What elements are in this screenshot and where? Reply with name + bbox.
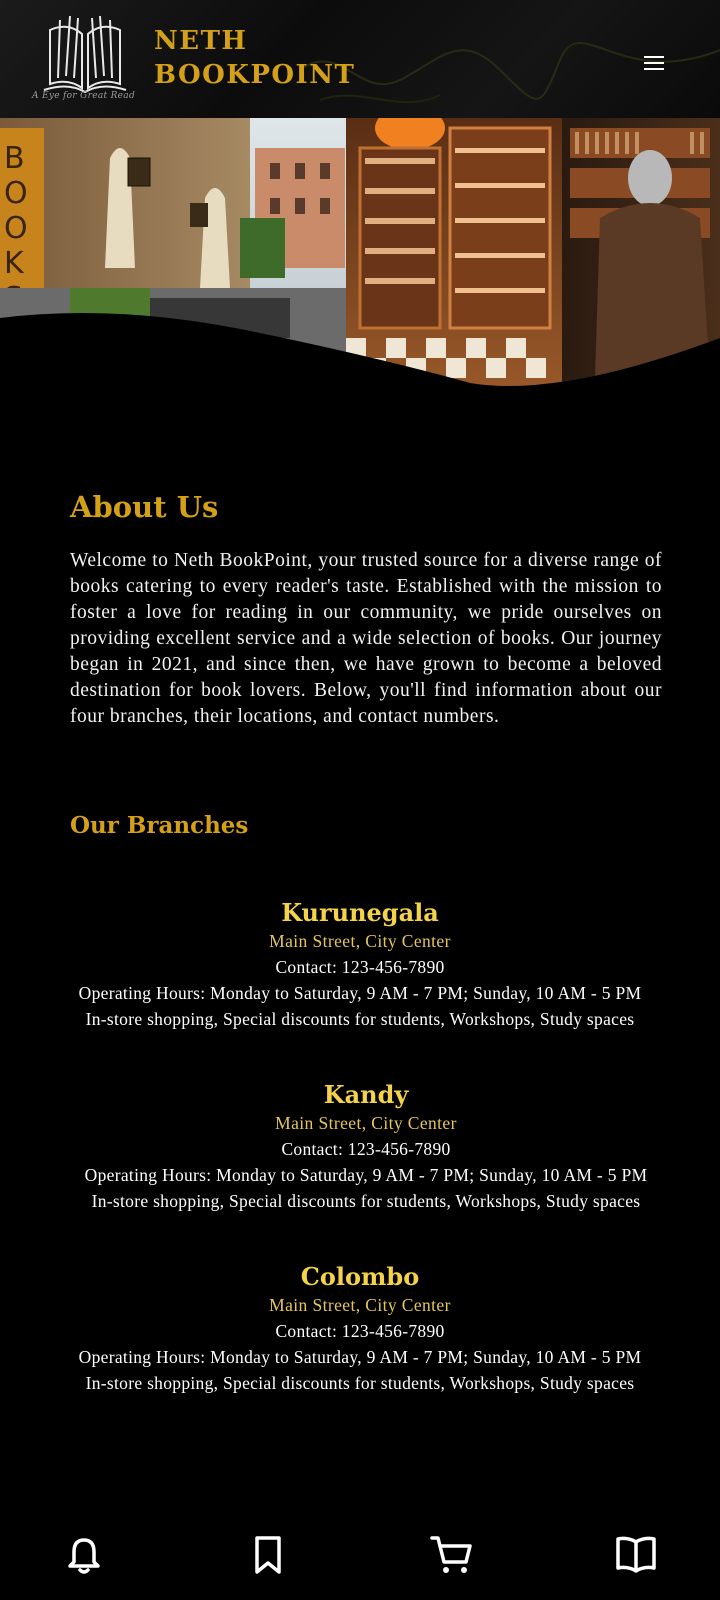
branch-hours: Operating Hours: Monday to Saturday, 9 A… <box>78 1347 642 1367</box>
branch-services: In-store shopping, Special discounts for… <box>85 1373 635 1393</box>
hero-image-collage: B O O K S <box>0 118 720 398</box>
cart-icon[interactable] <box>428 1530 476 1578</box>
branch-contact: Contact: 123-456-7890 <box>275 1321 445 1341</box>
svg-text:K: K <box>4 246 25 281</box>
brand-name[interactable]: NETH BOOKPOINT <box>154 24 355 92</box>
branches-title: Our Branches <box>70 812 249 839</box>
branch-card-kurunegala: Kurunegala Main Street, City Center Cont… <box>30 898 690 1032</box>
branch-name: Kandy <box>323 1080 409 1109</box>
branch-services: In-store shopping, Special discounts for… <box>85 1009 635 1029</box>
branch-address: Main Street, City Center <box>269 1295 451 1315</box>
about-title: About Us <box>70 490 219 524</box>
branch-card-colombo: Colombo Main Street, City Center Contact… <box>30 1262 690 1396</box>
bottom-navigation <box>0 1520 720 1600</box>
branch-name: Kurunegala <box>281 898 439 927</box>
brand-line-1: NETH <box>154 26 248 56</box>
hero-sign-text: B <box>4 141 25 176</box>
bell-icon[interactable] <box>60 1530 108 1578</box>
bookmark-icon[interactable] <box>244 1530 292 1578</box>
logo-tagline: A Eye for Great Read <box>32 91 136 101</box>
branch-contact: Contact: 123-456-7890 <box>275 957 445 977</box>
branch-contact: Contact: 123-456-7890 <box>281 1139 451 1159</box>
hamburger-menu-icon[interactable] <box>644 52 672 76</box>
branch-hours: Operating Hours: Monday to Saturday, 9 A… <box>84 1165 648 1185</box>
branch-card-kandy: Kandy Main Street, City Center Contact: … <box>36 1080 696 1214</box>
branch-address: Main Street, City Center <box>269 931 451 951</box>
svg-text:O: O <box>4 176 28 211</box>
branch-services: In-store shopping, Special discounts for… <box>91 1191 641 1211</box>
brand-line-2: BOOKPOINT <box>154 60 356 90</box>
branch-name: Colombo <box>300 1262 420 1291</box>
open-book-icon[interactable] <box>612 1530 660 1578</box>
app-header: A Eye for Great Read NETH BOOKPOINT <box>0 0 720 118</box>
about-text: Welcome to Neth BookPoint, your trusted … <box>70 550 662 727</box>
svg-text:O: O <box>4 211 28 246</box>
branch-address: Main Street, City Center <box>275 1113 457 1133</box>
branch-hours: Operating Hours: Monday to Saturday, 9 A… <box>78 983 642 1003</box>
